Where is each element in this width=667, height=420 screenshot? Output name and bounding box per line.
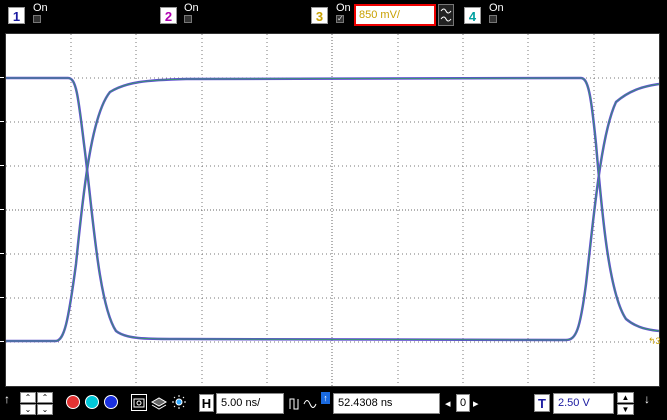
down-arrow-icon[interactable]: ↓ bbox=[644, 392, 650, 406]
camera-icon bbox=[133, 398, 145, 408]
position-left-arrow[interactable]: ◂ bbox=[445, 397, 451, 410]
layers-icon[interactable] bbox=[150, 394, 168, 411]
position-field[interactable]: 52.4308 ns bbox=[333, 393, 440, 414]
coupling-toggle[interactable] bbox=[438, 4, 454, 26]
channel-2-button[interactable]: 2 bbox=[160, 7, 177, 24]
channel-toolbar: 1 On 2 On 3 On ✓ 850 mV/ 4 On bbox=[0, 0, 667, 28]
channel-4-state: On bbox=[489, 2, 504, 14]
waveform-plot bbox=[6, 34, 660, 386]
scroll-down-button[interactable]: ⌄ bbox=[20, 404, 36, 415]
screenshot-button[interactable] bbox=[131, 394, 147, 411]
scroll-up-button[interactable]: ⌃ bbox=[20, 392, 36, 403]
scroll-down-button-2[interactable]: ⌄ bbox=[37, 404, 53, 415]
timebase-label: H bbox=[199, 394, 214, 412]
channel-3-state: On bbox=[336, 2, 351, 14]
trigger-level-field[interactable]: 2.50 V bbox=[553, 393, 614, 414]
brightness-icon[interactable] bbox=[170, 394, 188, 411]
cyan-color-button[interactable] bbox=[85, 395, 99, 409]
left-tick bbox=[0, 253, 4, 254]
channel-1-checkbox[interactable] bbox=[33, 15, 41, 23]
channel-1-button[interactable]: 1 bbox=[8, 7, 25, 24]
timebase-wave-icon[interactable] bbox=[288, 395, 302, 412]
waveform-display[interactable] bbox=[5, 33, 660, 387]
timebase-field[interactable]: 5.00 ns/ bbox=[216, 393, 284, 414]
channel-3-scale-field[interactable]: 850 mV/ bbox=[354, 4, 436, 26]
trigger-level-down[interactable]: ▼ bbox=[617, 404, 634, 415]
trigger-level-marker: ↰3 bbox=[648, 336, 661, 346]
left-tick bbox=[0, 341, 4, 342]
red-color-button[interactable] bbox=[66, 395, 80, 409]
left-tick bbox=[0, 121, 4, 122]
up-arrow-icon[interactable]: ↑ bbox=[4, 392, 10, 406]
sine-wave-icon[interactable] bbox=[303, 395, 317, 412]
coupling-wave-icon bbox=[440, 8, 452, 22]
scroll-up-button-2[interactable]: ⌃ bbox=[37, 392, 53, 403]
channel-1-state: On bbox=[33, 2, 48, 14]
left-tick bbox=[0, 209, 4, 210]
position-marker-icon: ↑ bbox=[321, 392, 330, 404]
channel-4-button[interactable]: 4 bbox=[464, 7, 481, 24]
left-tick bbox=[0, 165, 4, 166]
channel-2-checkbox[interactable] bbox=[184, 15, 192, 23]
left-tick bbox=[0, 77, 4, 78]
trigger-level-up[interactable]: ▲ bbox=[617, 392, 634, 403]
position-zero-button[interactable]: 0 bbox=[456, 394, 470, 412]
channel-3-button[interactable]: 3 bbox=[311, 7, 328, 24]
channel-3-checkbox[interactable]: ✓ bbox=[336, 15, 344, 23]
blue-color-button[interactable] bbox=[104, 395, 118, 409]
channel-4-checkbox[interactable] bbox=[489, 15, 497, 23]
control-toolbar: ↑ ⌃ ⌃ ⌄ ⌄ H 5.00 ns/ ↑ 52.4308 ns ◂ 0 ▸ … bbox=[0, 389, 667, 420]
position-right-arrow[interactable]: ▸ bbox=[473, 397, 479, 410]
left-tick bbox=[0, 297, 4, 298]
channel-2-state: On bbox=[184, 2, 199, 14]
trigger-label: T bbox=[534, 394, 550, 412]
center-axes bbox=[6, 34, 659, 386]
